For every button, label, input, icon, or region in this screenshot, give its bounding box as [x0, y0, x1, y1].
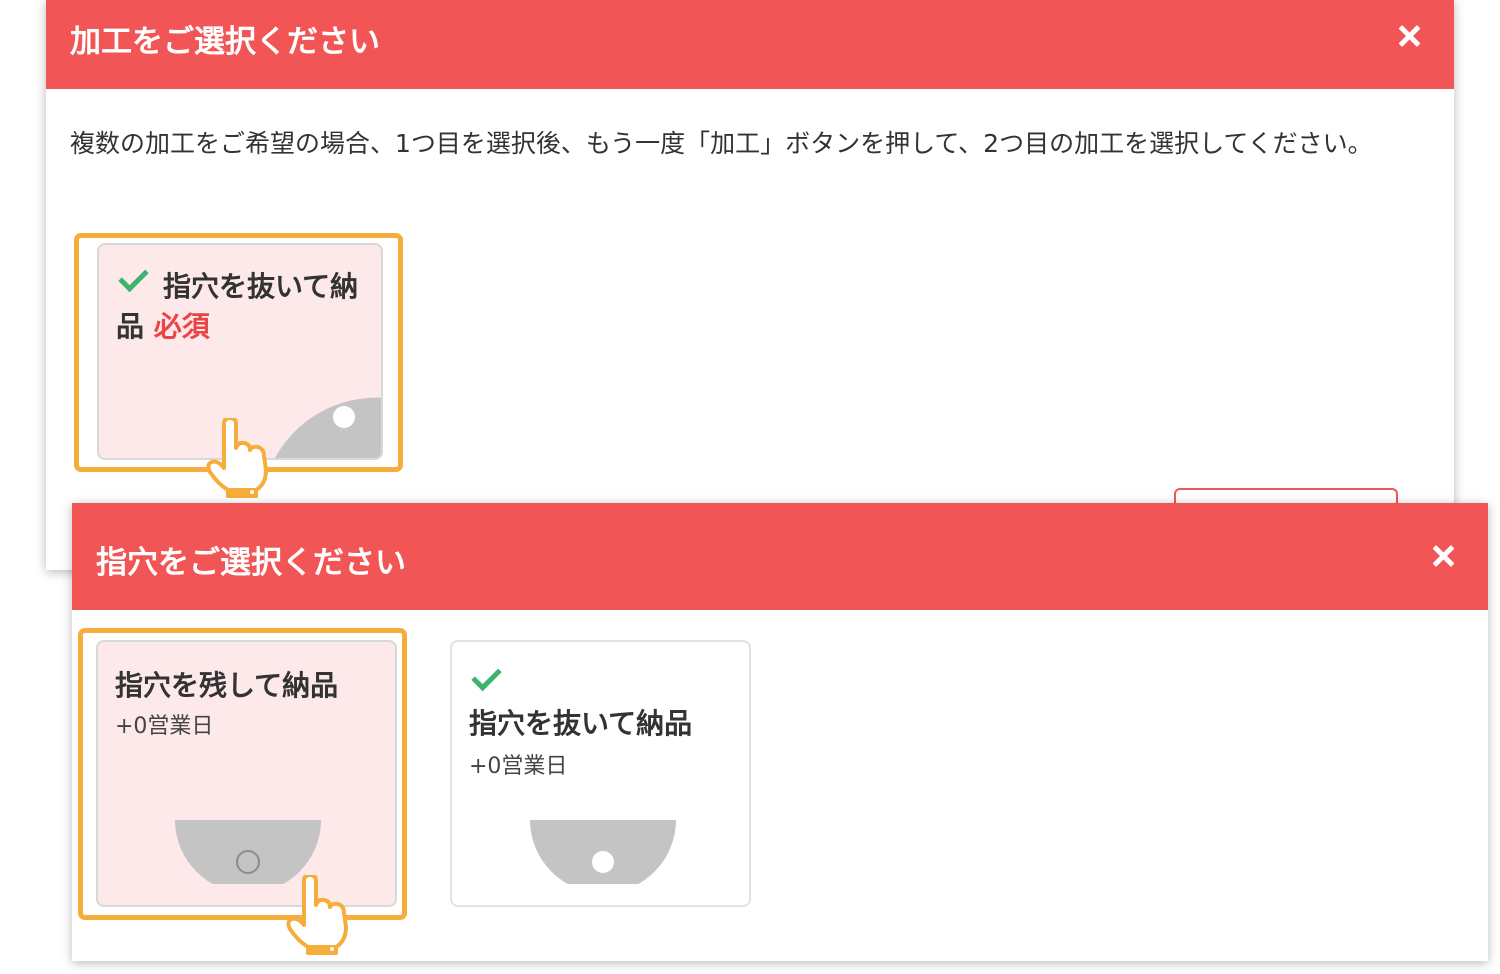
check-icon — [471, 660, 502, 692]
pointer-hand-icon — [286, 875, 348, 955]
finger-hole-dialog: 指穴をご選択ください 指穴を残して納品 +0営業日 指穴を抜いて納品 +0営業日 — [72, 503, 1488, 961]
check-icon — [118, 261, 149, 293]
close-icon[interactable] — [1426, 539, 1460, 573]
option-label: 指穴を抜いて納 — [163, 270, 359, 303]
finger-hole-dialog-title: 指穴をご選択ください — [96, 545, 406, 581]
processing-dialog-header: 加工をご選択ください — [46, 0, 1454, 89]
option-card-keep-hole[interactable]: 指穴を残して納品 +0営業日 — [96, 640, 397, 907]
finger-hole-dialog-header: 指穴をご選択ください — [72, 503, 1488, 610]
option-lead-time: +0営業日 — [115, 714, 214, 739]
required-badge: 必須 — [153, 310, 210, 343]
processing-dialog: 加工をご選択ください 複数の加工をご希望の場合、1つ目を選択後、もう一度「加工」… — [46, 0, 1454, 570]
close-icon[interactable] — [1392, 19, 1426, 53]
option-label: 指穴を残して納品 — [115, 669, 339, 702]
option-label: 指穴を抜いて納品 — [469, 707, 693, 740]
option-card-remove-hole[interactable]: 指穴を抜いて納品 +0営業日 — [450, 640, 751, 907]
processing-description: 複数の加工をご希望の場合、1つ目を選択後、もう一度「加工」ボタンを押して、2つ目… — [70, 129, 1373, 158]
hole-removed-illustration — [530, 820, 676, 884]
option-label-line2: 品 — [116, 310, 145, 343]
pointer-hand-icon — [206, 418, 268, 498]
option-lead-time: +0営業日 — [469, 754, 568, 779]
hole-removed-illustration — [275, 397, 381, 458]
processing-dialog-title: 加工をご選択ください — [70, 24, 380, 60]
